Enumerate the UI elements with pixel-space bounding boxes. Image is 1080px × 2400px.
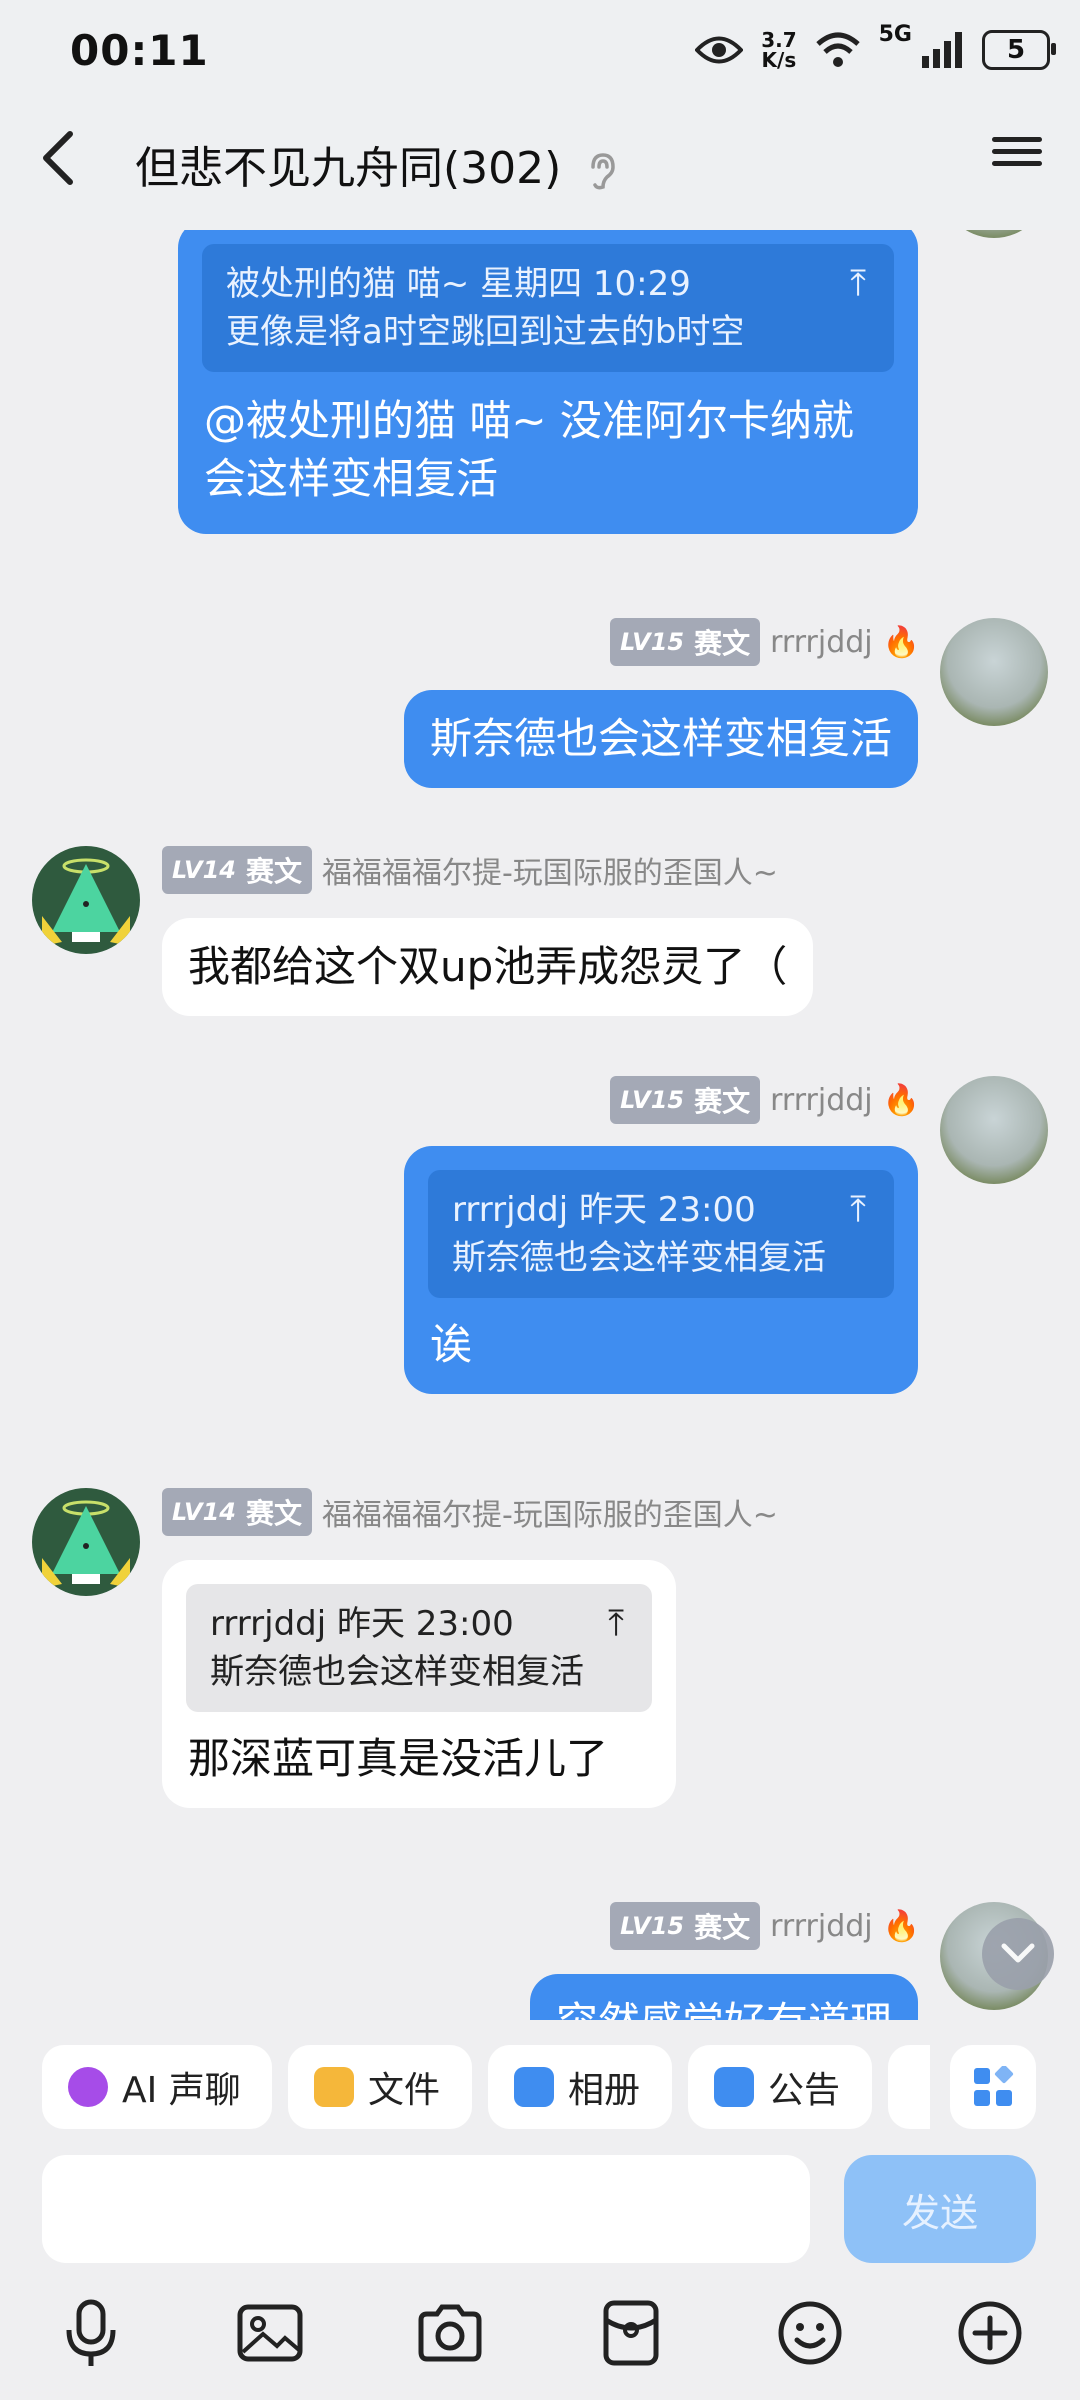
group-title[interactable]: 但悲不见九舟同(302) [135, 132, 617, 196]
voice-button[interactable] [56, 2298, 126, 2368]
level-badge: LV15 赛文 [610, 1902, 761, 1950]
battery-icon: 5 [982, 30, 1056, 70]
jump-to-icon[interactable]: ⤒ [608, 1600, 624, 1648]
menu-button[interactable] [992, 130, 1042, 180]
quote-header: rrrrjddj 昨天 23:00 [452, 1190, 756, 1230]
status-time: 00:11 [70, 26, 209, 75]
message-bubble[interactable]: rrrrjddj 昨天 23:00 斯奈德也会这样变相复活 ⤒ 那深蓝可真是没活… [162, 1560, 676, 1808]
fire-icon: 🔥 [882, 1082, 920, 1118]
network-type: 5G [878, 22, 912, 47]
apps-grid-icon [974, 2066, 1014, 2106]
sender-meta: LV15 赛文 rrrrjddj 🔥 [610, 1076, 920, 1124]
status-icons: 3.7 K/s 5G 5 [695, 22, 1056, 78]
wifi-icon [815, 32, 860, 67]
microphone-icon [66, 2299, 116, 2366]
album-button[interactable]: 相册 [488, 2045, 672, 2129]
album-icon [514, 2067, 554, 2107]
image-button[interactable] [235, 2298, 305, 2368]
input-toolbar [0, 2280, 1080, 2400]
reply-quote[interactable]: rrrrjddj 昨天 23:00 斯奈德也会这样变相复活 ⤒ [186, 1584, 652, 1712]
more-tools-button[interactable] [888, 2045, 930, 2129]
plus-icon [958, 2301, 1022, 2365]
sender-name[interactable]: rrrrjddj [770, 625, 873, 660]
message-text: 突然感觉好有道理 [556, 1998, 892, 2020]
message-bubble[interactable]: 被处刑的猫 喵~ 星期四 10:29 更像是将a时空跳回到过去的b时空 ⤒ @被… [178, 230, 918, 534]
message-bubble[interactable]: rrrrjddj 昨天 23:00 斯奈德也会这样变相复活 ⤒ 诶 [404, 1146, 918, 1394]
group-title-text: 但悲不见九舟同(302) [135, 143, 562, 194]
sender-meta: LV15 赛文 rrrrjddj 🔥 [610, 1902, 920, 1950]
folder-icon [314, 2067, 354, 2107]
sender-meta: LV15 赛文 rrrrjddj 🔥 [610, 618, 920, 666]
level-badge: LV15 赛文 [610, 1076, 761, 1124]
quote-text: 斯奈德也会这样变相复活 [210, 1652, 584, 1692]
message-bubble[interactable]: 斯奈德也会这样变相复活 [403, 690, 918, 788]
ai-voice-icon [68, 2067, 108, 2107]
eye-icon [695, 36, 744, 64]
sender-name[interactable]: rrrrjddj [770, 1083, 873, 1118]
signal-icon [922, 32, 962, 68]
quote-text: 斯奈德也会这样变相复活 [452, 1238, 826, 1278]
chevron-down-icon [1001, 1943, 1035, 1963]
more-button[interactable] [955, 2298, 1025, 2368]
level-badge: LV14 赛文 [162, 846, 312, 894]
announcement-button[interactable]: 公告 [688, 2045, 872, 2129]
message-text: 诶 [430, 1320, 473, 1369]
menu-icon [992, 137, 1042, 166]
fire-icon: 🔥 [882, 1908, 920, 1944]
image-icon [237, 2304, 303, 2362]
level-badge: LV14 赛文 [162, 1488, 312, 1536]
reply-quote[interactable]: rrrrjddj 昨天 23:00 斯奈德也会这样变相复活 ⤒ [428, 1170, 894, 1298]
avatar[interactable] [940, 1076, 1048, 1184]
sender-meta: LV14 赛文 福福福福尔提-玩国际服的歪国人~ [162, 1488, 778, 1536]
scroll-to-bottom-button[interactable] [982, 1918, 1054, 1990]
back-button[interactable] [38, 128, 94, 188]
level-badge: LV15 赛文 [610, 618, 761, 666]
sender-name[interactable]: 福福福福尔提-玩国际服的歪国人~ [322, 1490, 778, 1534]
avatar-character-icon [42, 1500, 130, 1588]
apps-button[interactable] [950, 2045, 1036, 2129]
emoji-icon [778, 2301, 842, 2365]
message-bubble[interactable]: 突然感觉好有道理 [529, 1974, 918, 2020]
file-button[interactable]: 文件 [288, 2045, 472, 2129]
ai-voice-chat-button[interactable]: AI 声聊 [42, 2045, 272, 2129]
quote-header: rrrrjddj 昨天 23:00 [210, 1604, 514, 1644]
sender-name[interactable]: rrrrjddj [770, 1909, 873, 1944]
message-text: @被处刑的猫 喵~ 没准阿尔卡纳就会这样变相复活 [204, 396, 854, 503]
avatar-character-icon [42, 858, 130, 946]
announcement-icon [714, 2067, 754, 2107]
quote-text: 更像是将a时空跳回到过去的b时空 [226, 312, 745, 352]
message-bubble[interactable]: 我都给这个双up池弄成怨灵了（ [162, 918, 814, 1016]
red-packet-icon [603, 2300, 659, 2366]
net-speed: 3.7 K/s [761, 28, 797, 72]
jump-to-icon[interactable]: ⤒ [850, 1186, 866, 1234]
avatar[interactable] [940, 230, 1048, 238]
quote-header: 被处刑的猫 喵~ 星期四 10:29 [226, 264, 691, 304]
avatar[interactable] [32, 1488, 140, 1596]
chat-area[interactable]: 被处刑的猫 喵~ 星期四 10:29 更像是将a时空跳回到过去的b时空 ⤒ @被… [0, 230, 1080, 2020]
camera-icon [418, 2304, 482, 2362]
avatar[interactable] [32, 846, 140, 954]
reply-quote[interactable]: 被处刑的猫 喵~ 星期四 10:29 更像是将a时空跳回到过去的b时空 ⤒ [202, 244, 894, 372]
emoji-button[interactable] [775, 2298, 845, 2368]
fire-icon: 🔥 [882, 624, 920, 660]
sender-name[interactable]: 福福福福尔提-玩国际服的歪国人~ [322, 848, 778, 892]
camera-button[interactable] [415, 2298, 485, 2368]
message-input[interactable] [42, 2155, 810, 2263]
message-text: 斯奈德也会这样变相复活 [429, 714, 892, 763]
chevron-left-icon [43, 131, 73, 185]
message-text: 我都给这个双up池弄成怨灵了（ [188, 942, 788, 991]
ear-icon [591, 153, 616, 190]
jump-to-icon[interactable]: ⤒ [850, 260, 866, 308]
avatar[interactable] [940, 618, 1048, 726]
message-text: 那深蓝可真是没活儿了 [188, 1734, 609, 1783]
sender-meta: LV14 赛文 福福福福尔提-玩国际服的歪国人~ [162, 846, 778, 894]
red-packet-button[interactable] [596, 2298, 666, 2368]
send-button[interactable]: 发送 [844, 2155, 1036, 2263]
